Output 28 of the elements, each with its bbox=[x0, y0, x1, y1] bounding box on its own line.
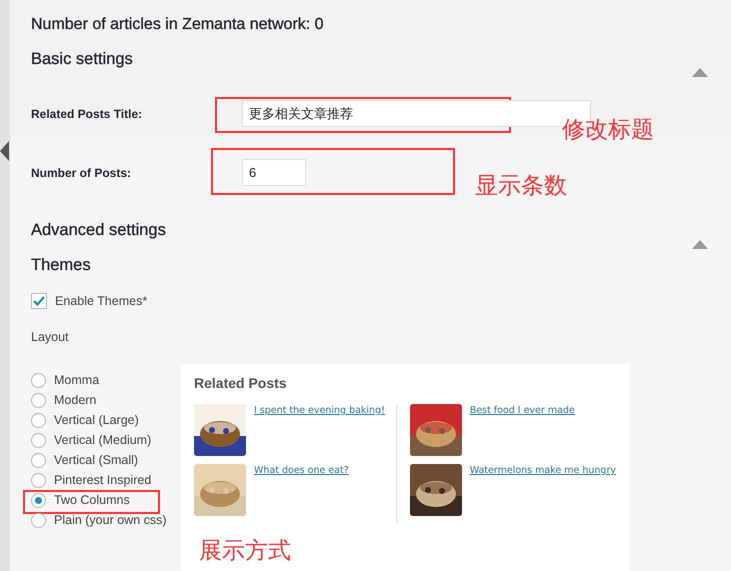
radio-label: Plain (your own css) bbox=[54, 512, 167, 529]
field-label: Layout bbox=[31, 329, 69, 346]
post-link[interactable]: Best food I ever made bbox=[470, 404, 575, 418]
radio-label: Two Columns bbox=[54, 492, 130, 509]
checkbox[interactable] bbox=[31, 293, 47, 309]
input-field[interactable]: 6 bbox=[242, 159, 306, 186]
radio-label: Pinterest Inspired bbox=[54, 472, 152, 489]
post-link[interactable]: Watermelons make me hungry bbox=[470, 464, 616, 478]
collapse-triangle-icon[interactable] bbox=[692, 240, 708, 249]
collapse-arrow-icon[interactable] bbox=[0, 141, 9, 161]
field-label: Related Posts Title: bbox=[31, 106, 144, 122]
preview-heading: Related Posts bbox=[194, 374, 287, 393]
annotation-text: 显示条数 bbox=[475, 174, 567, 197]
radio-label: Vertical (Large) bbox=[54, 412, 139, 429]
checkbox-label: Enable Themes* bbox=[55, 293, 148, 310]
annotation-text: 展示方式 bbox=[199, 539, 291, 562]
radio-label: Vertical (Small) bbox=[54, 452, 138, 469]
radio-label: Vertical (Medium) bbox=[54, 432, 152, 449]
field-label: Number of Posts: bbox=[31, 164, 132, 182]
section-heading: Advanced settings bbox=[31, 220, 166, 241]
collapse-triangle-icon[interactable] bbox=[692, 68, 708, 77]
post-link[interactable]: I spent the evening baking! bbox=[254, 404, 385, 418]
post-link[interactable]: What does one eat? bbox=[254, 464, 349, 478]
section-heading: Basic settings bbox=[31, 49, 133, 70]
radio-label: Momma bbox=[54, 372, 100, 389]
radio-label: Modern bbox=[54, 392, 96, 409]
section-heading: Number of articles in Zemanta network: 0 bbox=[31, 15, 324, 35]
section-heading: Themes bbox=[31, 255, 91, 276]
